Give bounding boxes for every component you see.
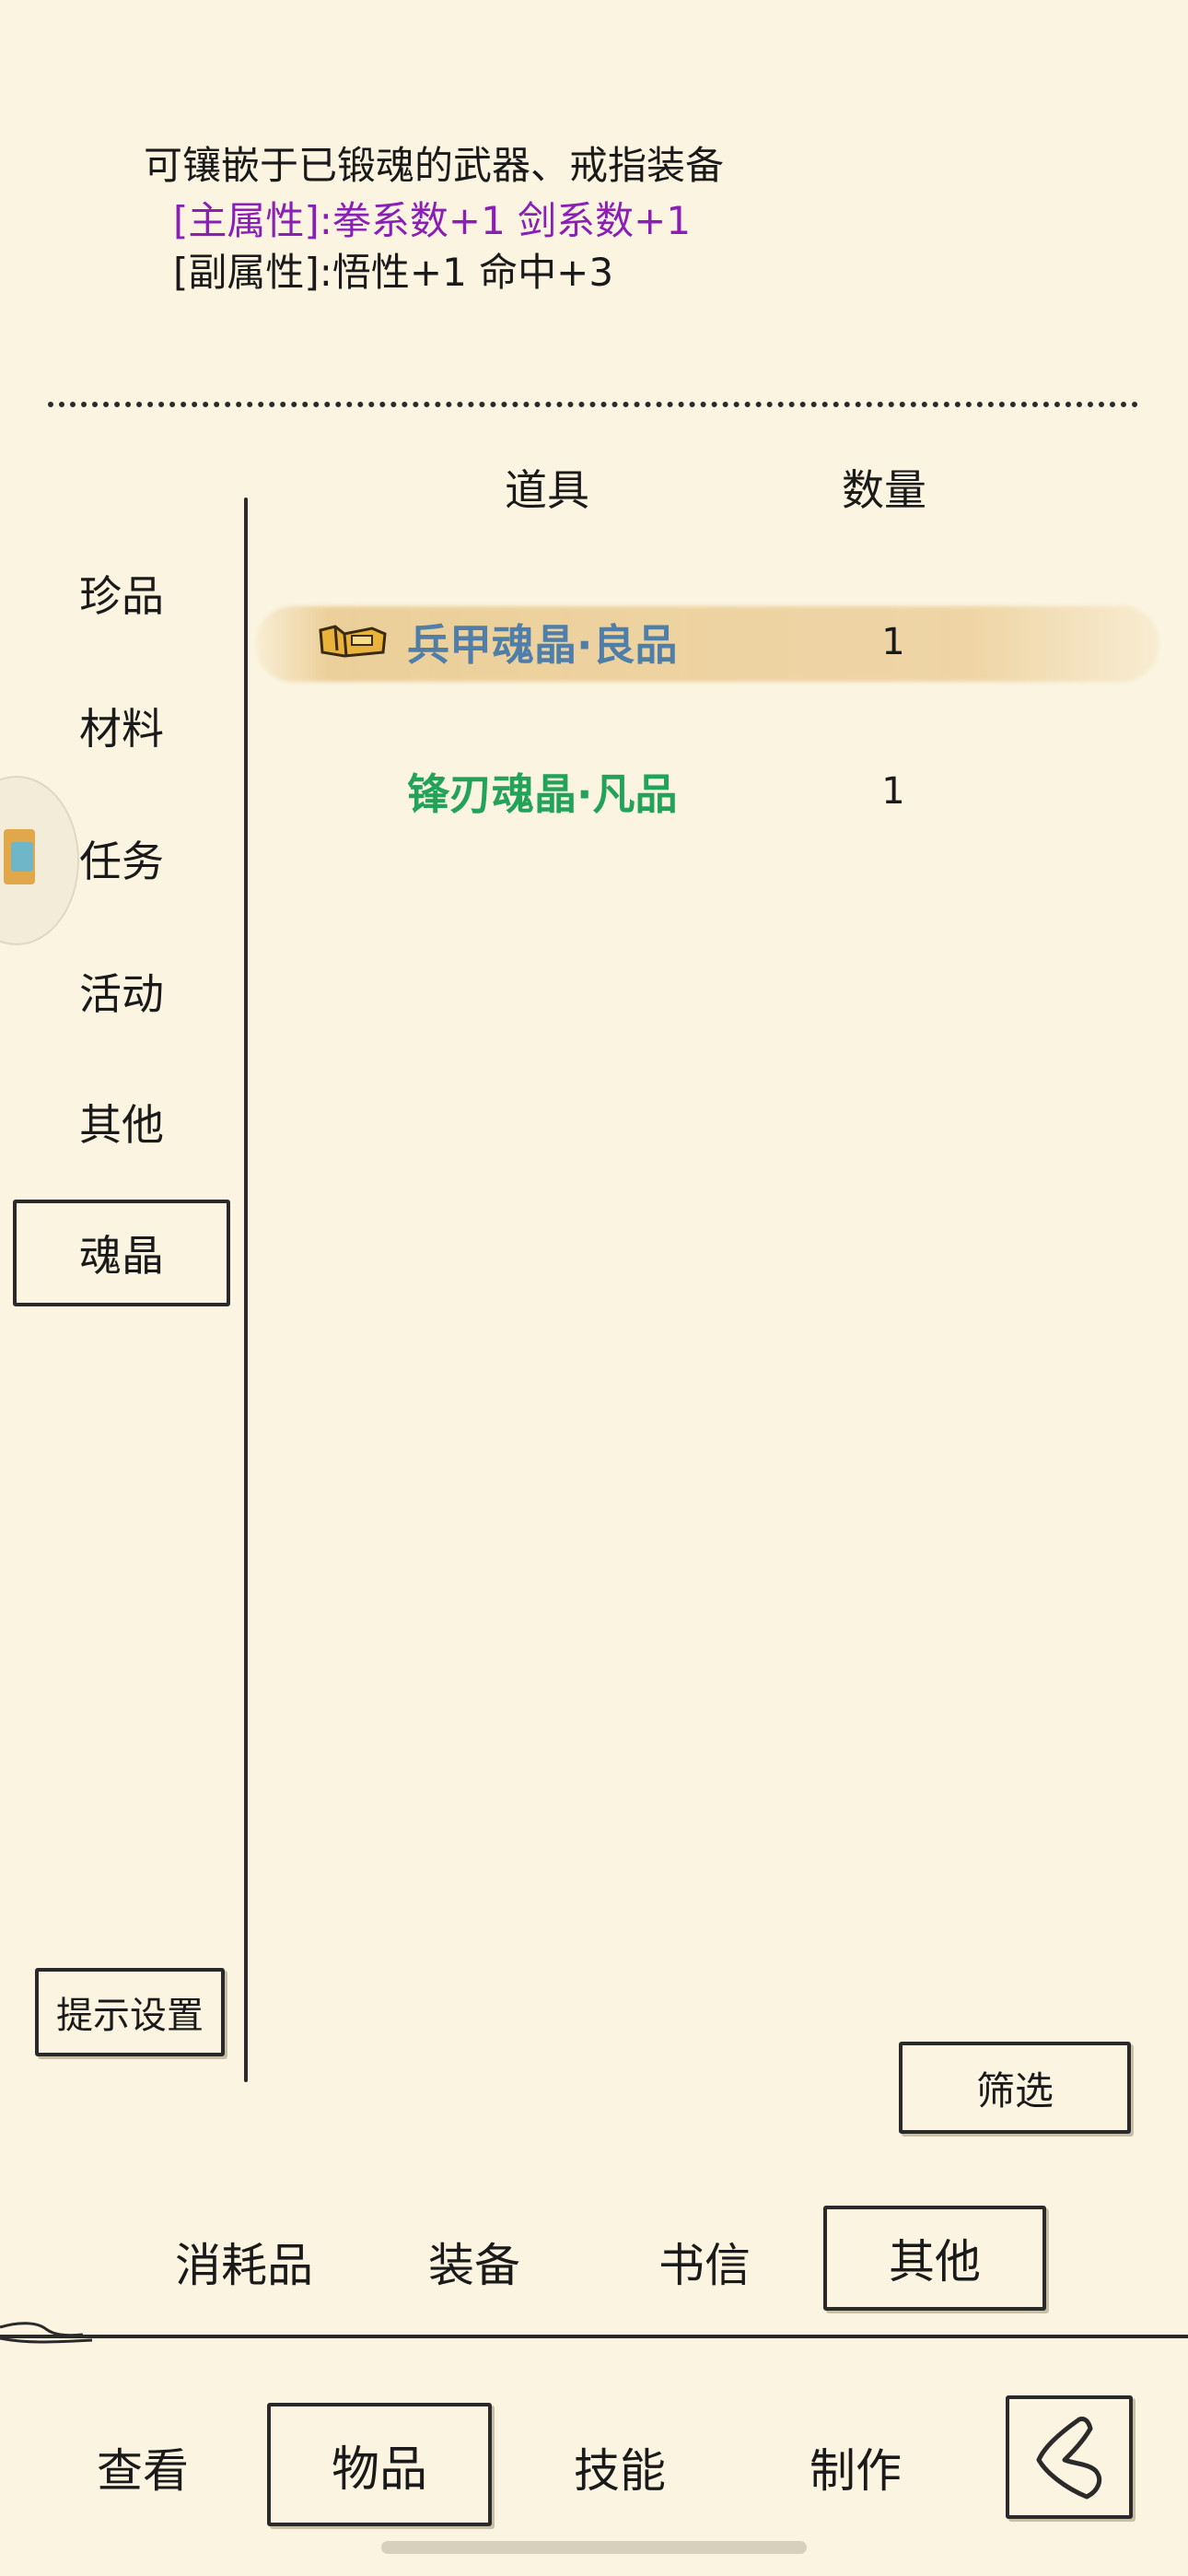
back-arrow-icon [1036,2417,1102,2500]
column-header-quantity: 数量 [842,465,926,515]
sidebar-item-other[interactable]: 其他 [13,1069,230,1176]
nav-label: 物品 [331,2441,427,2498]
tab-letters[interactable]: 书信 [617,2211,792,2313]
sidebar-item-soul-crystal[interactable]: 魂晶 [13,1200,230,1306]
tab-consumables[interactable]: 消耗品 [147,2211,341,2313]
nav-view[interactable]: 查看 [55,2416,230,2519]
sidebar-item-treasure[interactable]: 珍品 [13,540,230,647]
crystal-box-icon [319,625,387,658]
hint-settings-label: 提示设置 [56,1995,204,2037]
sidebar-item-label: 活动 [79,969,164,1019]
nav-label: 查看 [97,2444,189,2498]
selected-row-highlight [256,606,1159,682]
nav-label: 技能 [574,2444,666,2498]
item-name: 锋刃魂晶·凡品 [407,769,678,819]
home-indicator [381,2541,807,2554]
tab-equipment[interactable]: 装备 [387,2211,562,2313]
sidebar-item-label: 其他 [79,1100,164,1150]
sidebar-item-quest[interactable]: 任务 [13,805,230,912]
main-attribute: [主属性]:拳系数+1 剑系数+1 [173,198,692,243]
nav-skills[interactable]: 技能 [532,2416,707,2519]
description-text: 可镶嵌于已锻魂的武器、戒指装备 [144,143,725,188]
item-name: 兵甲魂晶·良品 [407,620,678,670]
filter-label: 筛选 [975,2067,1054,2113]
sub-attribute: [副属性]:悟性+1 命中+3 [173,250,614,295]
item-quantity: 1 [881,621,905,663]
sidebar-item-label: 珍品 [79,571,164,621]
column-header-item: 道具 [505,465,589,515]
sidebar-item-materials[interactable]: 材料 [13,673,230,779]
scroll-ornament [0,2322,93,2344]
sidebar-divider [244,498,248,2082]
nav-crafting[interactable]: 制作 [768,2416,943,2519]
sidebar-item-label: 魂晶 [79,1231,164,1281]
dotted-divider [48,402,1138,407]
sidebar-item-event[interactable]: 活动 [13,938,230,1045]
back-button[interactable] [1006,2395,1133,2519]
filter-button[interactable]: 筛选 [899,2042,1131,2134]
item-quantity: 1 [881,770,905,813]
tab-label: 消耗品 [175,2239,313,2292]
tab-label: 书信 [658,2239,751,2292]
tab-other[interactable]: 其他 [823,2206,1046,2311]
sidebar-item-label: 材料 [79,704,164,754]
hint-settings-button[interactable]: 提示设置 [35,1968,225,2056]
tab-label: 装备 [428,2239,520,2292]
section-divider [0,2335,1188,2338]
sidebar-item-label: 任务 [79,837,164,886]
nav-items[interactable]: 物品 [267,2403,492,2526]
tab-label: 其他 [889,2235,981,2289]
nav-label: 制作 [809,2444,902,2498]
